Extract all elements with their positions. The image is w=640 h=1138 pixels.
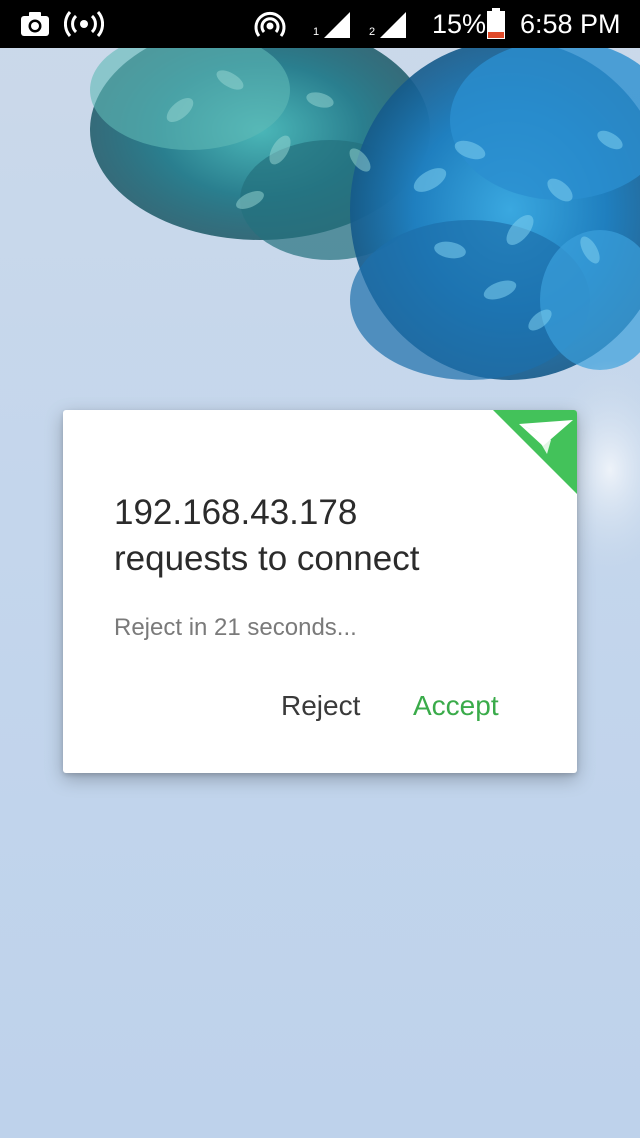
hotspot-broadcast-icon (64, 11, 104, 37)
accept-button[interactable]: Accept (407, 686, 505, 726)
app-corner-badge (493, 410, 577, 494)
camera-icon (21, 12, 49, 36)
clock-time: 6:58 PM (520, 9, 621, 39)
wifi-hotspot-icon (254, 11, 286, 37)
sim2-label: 2 (369, 26, 376, 38)
signal-sim2-icon (380, 12, 406, 38)
requester-ip: 192.168.43.178 (114, 493, 358, 532)
request-message: requests to connect (114, 539, 420, 578)
sim1-label: 1 (313, 26, 320, 38)
dialog-title: 192.168.43.178 requests to connect (114, 490, 534, 582)
connection-request-dialog: 192.168.43.178 requests to connect Rejec… (63, 410, 577, 773)
reject-button[interactable]: Reject (275, 686, 366, 726)
battery-low-icon (487, 8, 505, 39)
battery-percent: 15% (432, 9, 487, 39)
status-bar: 1 2 15% 6:58 PM (0, 0, 640, 48)
signal-sim1-icon (324, 12, 350, 38)
reject-countdown: Reject in 21 seconds... (114, 614, 357, 641)
